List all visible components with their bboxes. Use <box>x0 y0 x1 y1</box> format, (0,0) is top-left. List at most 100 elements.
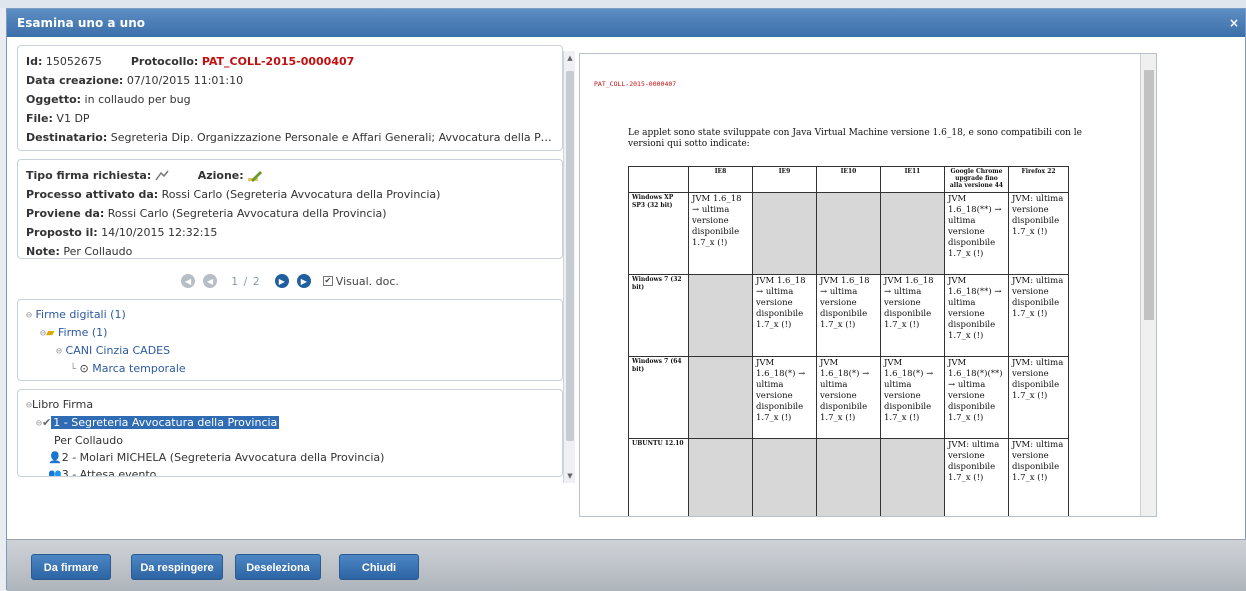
table-cell: JVM 1.6_18(*) → ultima versione disponib… <box>752 356 817 439</box>
table-header-cell: IE9 <box>752 166 817 193</box>
next-page-icon[interactable]: ▶ <box>274 274 289 288</box>
table-cell <box>752 192 817 275</box>
table-cell: JVM: ultima versione disponibile 1.7_x (… <box>944 438 1009 516</box>
table-row: UBUNTU 12.10 JVM: ultima versione disponi… <box>628 438 1069 516</box>
table-cell <box>752 438 817 516</box>
viewer-scrollbar[interactable] <box>1140 54 1156 516</box>
table-cell: JVM 1.6_18(*) → ultima versione disponib… <box>816 356 881 439</box>
table-row-label: UBUNTU 12.10 <box>628 438 689 516</box>
id-label: Id: <box>26 55 43 68</box>
first-page-icon[interactable]: ◀ <box>181 274 196 288</box>
page-indicator: 1 / 2 <box>231 274 261 288</box>
action-bar: Da firmare Da respingere Deseleziona Chi… <box>7 539 1246 591</box>
document-pager: ◀ ◀ 1 / 2 ▶ ▶ ✔ Visual. doc. <box>17 269 563 293</box>
table-cell <box>688 356 753 439</box>
table-row: Windows 7 (64 bit) JVM 1.6_18(*) → ultima… <box>628 356 1069 439</box>
signature-type-icon <box>155 170 169 181</box>
table-header-cell: Firefox 22 <box>1008 166 1069 193</box>
scroll-down-icon[interactable]: ▼ <box>565 471 575 481</box>
table-cell: JVM 1.6_18 → ultima versione disponibile… <box>752 274 817 357</box>
destinatario-value: Segreteria Dip. Organizzazione Personale… <box>110 131 554 144</box>
check-icon: ✔ <box>42 416 52 429</box>
tree-node-firme-digitali[interactable]: ⊖ Firme digitali (1) <box>26 306 554 324</box>
digital-signatures-panel: ⊖ Firme digitali (1) ⊖▰ Firme (1) ⊖ CANI… <box>17 299 563 381</box>
table-cell <box>880 192 945 275</box>
user-icon: 👤 <box>48 451 62 464</box>
last-page-icon[interactable]: ▶ <box>296 274 311 288</box>
proposto-value: 14/10/2015 12:32:15 <box>101 226 218 239</box>
table-cell <box>688 274 753 357</box>
left-scroll-thumb[interactable] <box>566 71 574 441</box>
dialog-titlebar: Esamina uno a uno × <box>7 9 1245 37</box>
table-header-cell <box>628 166 689 193</box>
left-column: Id: 15052675 Protocollo: PAT_COLL-2015-0… <box>17 45 563 493</box>
doc-protocol-header: PAT_COLL-2015-0000407 <box>594 80 677 88</box>
proviene-value: Rossi Carlo (Segreteria Avvocatura della… <box>107 207 387 220</box>
table-cell: JVM: ultima versione disponibile 1.7_x (… <box>1008 192 1069 275</box>
table-row: Windows XP SP3 (32 bit) JVM 1.6_18 → ulti… <box>628 192 1069 275</box>
table-cell: JVM 1.6_18 → ultima versione disponibile… <box>688 192 753 275</box>
tree-node-libro-firma[interactable]: ⊖Libro Firma <box>26 396 554 414</box>
visual-doc-checkbox[interactable]: ✔ <box>322 276 333 286</box>
chiudi-button[interactable]: Chiudi <box>339 554 419 580</box>
table-cell <box>688 438 753 516</box>
oggetto-value: in collaudo per bug <box>84 93 191 106</box>
background-strip <box>0 0 1246 8</box>
table-cell: JVM 1.6_18 → ultima versione disponibile… <box>880 274 945 357</box>
prev-page-icon[interactable]: ◀ <box>203 274 218 288</box>
scroll-up-icon[interactable]: ▲ <box>565 53 575 63</box>
da-firmare-button[interactable]: Da firmare <box>31 554 111 580</box>
tree-node-timestamp[interactable]: └ ⊙ Marca temporale <box>26 360 554 378</box>
tree-node-step1-note: Per Collaudo <box>54 434 123 447</box>
tree-node-firme[interactable]: ⊖▰ Firme (1) <box>26 324 554 342</box>
document-page: PAT_COLL-2015-0000407 Le applet sono sta… <box>580 54 1140 516</box>
destinatario-label: Destinatario: <box>26 131 108 144</box>
proposto-label: Proposto il: <box>26 226 98 239</box>
tree-node-step1[interactable]: ⊖✔ 1 - Segreteria Avvocatura della Provin… <box>26 414 554 432</box>
table-cell: JVM: ultima versione disponibile 1.7_x (… <box>1008 274 1069 357</box>
visual-doc-toggle[interactable]: ✔ Visual. doc. <box>322 274 399 288</box>
table-cell: JVM 1.6_18(**) → ultima versione disponi… <box>944 274 1009 357</box>
review-dialog: Esamina uno a uno × Id: 15052675 Protoco… <box>6 8 1246 591</box>
document-viewer[interactable]: PAT_COLL-2015-0000407 Le applet sono sta… <box>579 53 1157 517</box>
dialog-title: Esamina uno a uno <box>17 16 145 30</box>
tree-node-step2[interactable]: 👤2 - Molari MICHELA (Segreteria Avvocatu… <box>26 449 554 466</box>
table-row: Windows 7 (32 bit) JVM 1.6_18 → ultima ve… <box>628 274 1069 357</box>
tree-node-step3[interactable]: 👥3 - Attesa evento <box>26 466 554 477</box>
note-label: Note: <box>26 245 60 258</box>
table-cell: JVM 1.6_18(*)(**) → ultima versione disp… <box>944 356 1009 439</box>
clock-icon: ⊙ <box>79 362 89 375</box>
proviene-label: Proviene da: <box>26 207 105 220</box>
visual-doc-label: Visual. doc. <box>335 274 399 288</box>
table-cell: JVM 1.6_18(*) → ultima versione disponib… <box>880 356 945 439</box>
file-label: File: <box>26 112 53 125</box>
processo-label: Processo attivato da: <box>26 188 159 201</box>
table-cell: JVM 1.6_18 → ultima versione disponibile… <box>816 274 881 357</box>
tree-node-signer[interactable]: ⊖ CANI Cinzia CADES <box>26 342 554 360</box>
data-creazione-label: Data creazione: <box>26 74 124 87</box>
processo-value: Rossi Carlo (Segreteria Avvocatura della… <box>161 188 441 201</box>
deseleziona-button[interactable]: Deseleziona <box>235 554 321 580</box>
data-creazione-value: 07/10/2015 11:01:10 <box>126 74 244 87</box>
id-value: 15052675 <box>45 55 102 68</box>
table-header-cell: Google Chrome upgrade fino alla versione… <box>944 166 1009 193</box>
action-pencil-icon[interactable] <box>247 169 263 183</box>
note-value: Per Collaudo <box>63 245 133 258</box>
tipo-firma-label: Tipo firma richiesta: <box>26 169 152 182</box>
doc-intro-text: Le applet sono state sviluppate con Java… <box>628 128 1083 149</box>
oggetto-label: Oggetto: <box>26 93 82 106</box>
table-row-label: Windows 7 (64 bit) <box>628 356 689 439</box>
table-header-cell: IE8 <box>688 166 753 193</box>
table-header-cell: IE10 <box>816 166 881 193</box>
table-row-label: Windows 7 (32 bit) <box>628 274 689 357</box>
viewer-scroll-thumb[interactable] <box>1144 70 1154 320</box>
group-icon: 👥 <box>48 468 62 477</box>
close-icon[interactable]: × <box>1229 9 1239 37</box>
table-cell <box>880 438 945 516</box>
protocollo-label: Protocollo: <box>130 55 199 68</box>
da-respingere-button[interactable]: Da respingere <box>131 554 223 580</box>
compatibility-table: IE8 IE9 IE10 IE11 Google Chrome upgrade fino… <box>628 166 1069 516</box>
left-panel-scrollbar[interactable]: ▲ ▼ <box>563 51 575 483</box>
azione-label: Azione: <box>197 169 244 182</box>
table-header-cell: IE11 <box>880 166 945 193</box>
